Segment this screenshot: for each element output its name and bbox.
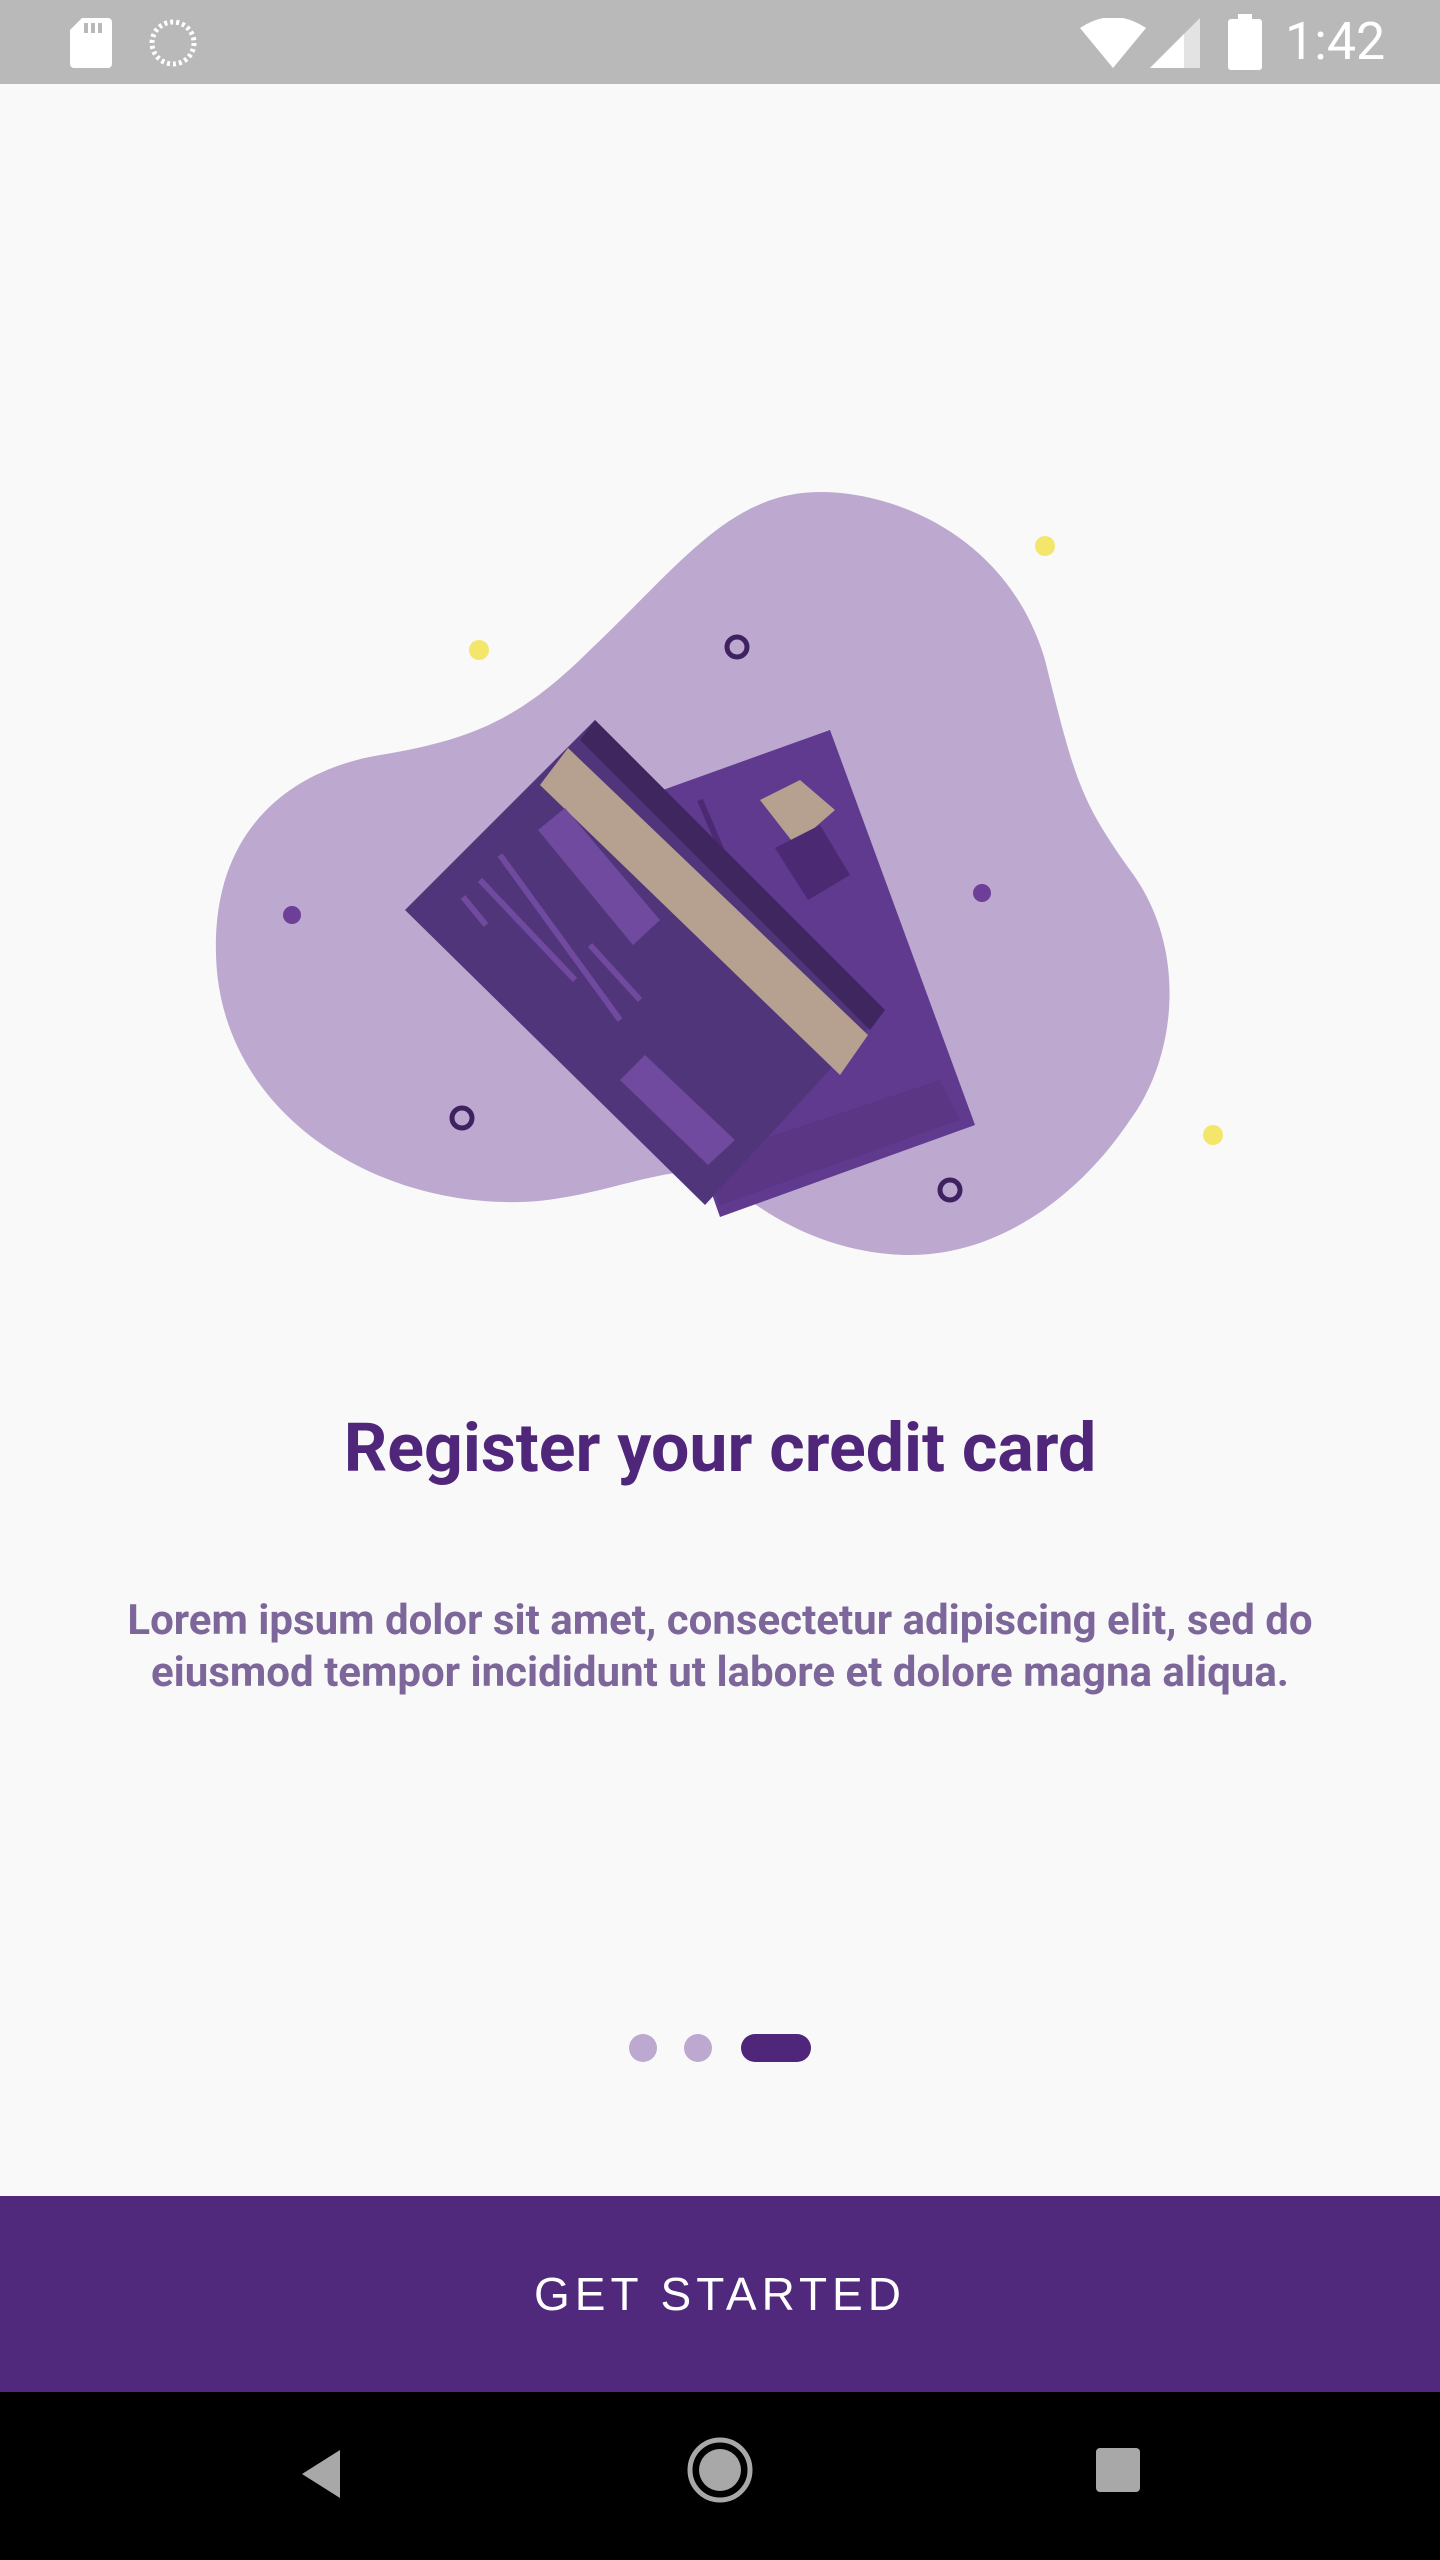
get-started-button[interactable]: GET STARTED [0, 2196, 1440, 2392]
status-time: 1:42 [1285, 11, 1386, 72]
page-dot[interactable] [684, 2034, 712, 2062]
page-indicator [0, 2032, 1440, 2062]
accent-dot [1203, 1125, 1223, 1145]
recents-icon[interactable] [1096, 2448, 1140, 2492]
accent-dot [469, 640, 489, 660]
signal-icon [1150, 18, 1200, 68]
back-icon[interactable] [296, 2444, 346, 2504]
page-dot[interactable] [629, 2034, 657, 2062]
battery-icon [1228, 14, 1262, 70]
accent-dot [1035, 536, 1055, 556]
sd-card-icon [70, 18, 112, 68]
page-dot-active[interactable] [741, 2034, 811, 2062]
page-description: Lorem ipsum dolor sit amet, consectetur … [127, 1596, 1313, 1697]
accent-dot [973, 884, 991, 902]
home-icon[interactable] [686, 2436, 754, 2504]
page-title: Register your credit card [343, 1408, 1097, 1488]
credit-cards-illustration [215, 492, 1223, 1255]
accent-dot [283, 906, 301, 924]
sync-icon [149, 19, 197, 67]
wifi-icon [1080, 18, 1146, 68]
navigation-bar [0, 2392, 1440, 2560]
status-bar: 1:42 [0, 0, 1440, 84]
